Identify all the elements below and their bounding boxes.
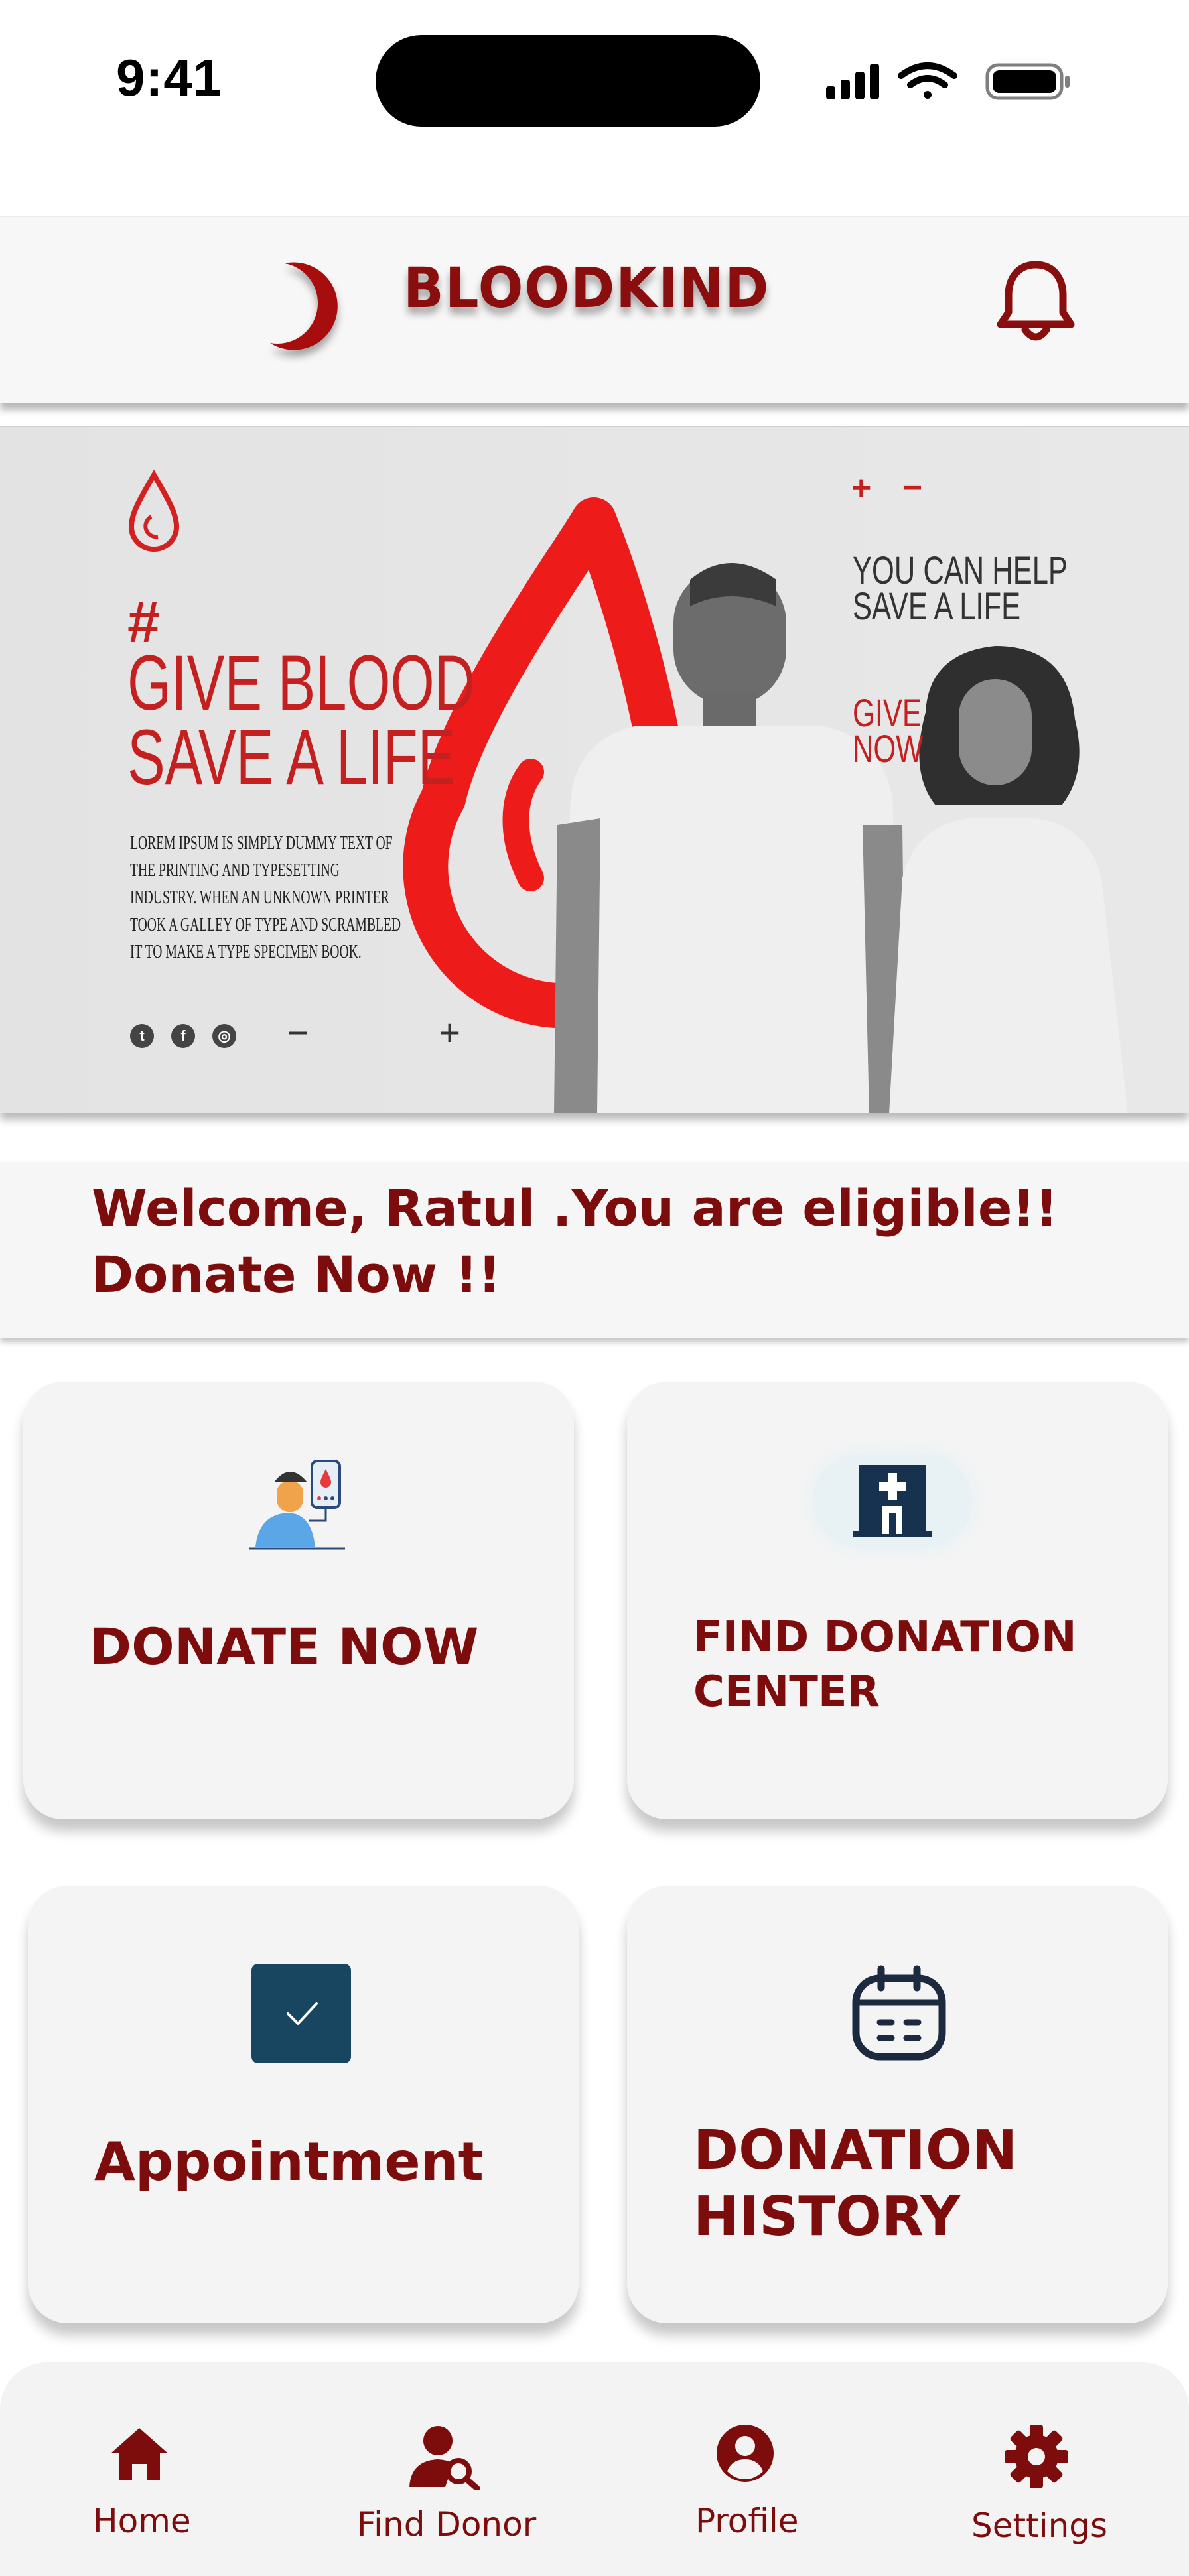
appointment-label: Appointment bbox=[94, 2131, 484, 2193]
social-links: t f ◎ bbox=[130, 1024, 236, 1048]
app-title: BLOODKIND bbox=[403, 255, 770, 320]
find-center-line2: CENTER bbox=[693, 1667, 880, 1716]
find-center-line1: FIND DONATION bbox=[693, 1613, 1077, 1662]
checkbox-icon bbox=[251, 1964, 351, 2063]
banner-controls: − + bbox=[287, 1011, 520, 1053]
banner-plus-minus: + − bbox=[851, 469, 934, 507]
nav-settings-label: Settings bbox=[971, 2506, 1108, 2545]
banner-tagline: YOU CAN HELP SAVE A LIFE bbox=[853, 549, 1068, 628]
gear-icon bbox=[1005, 2425, 1068, 2488]
profile-icon bbox=[717, 2425, 774, 2482]
wifi-icon bbox=[898, 62, 957, 99]
dynamic-island bbox=[376, 35, 760, 127]
welcome-message: Welcome, Ratul .You are eligible!! Donat… bbox=[92, 1175, 1127, 1308]
banner-give-now: GIVE NOW bbox=[853, 692, 924, 771]
donate-now-label: DONATE NOW bbox=[90, 1617, 479, 1676]
appointment-tile[interactable]: Appointment bbox=[28, 1886, 579, 2323]
donation-history-line2: HISTORY bbox=[693, 2185, 960, 2248]
home-icon bbox=[111, 2428, 168, 2480]
promo-banner[interactable]: + − # GIVE BLOOD SAVE A LIFE LOREM IPSUM… bbox=[0, 426, 1189, 1113]
calendar-icon bbox=[852, 1965, 946, 2061]
instagram-icon[interactable]: ◎ bbox=[212, 1024, 236, 1048]
nav-profile[interactable]: Profile bbox=[683, 2362, 829, 2576]
banner-body-text: LOREM IPSUM IS SIMPLY DUMMY TEXT OF THE … bbox=[130, 833, 401, 962]
battery-icon bbox=[985, 63, 1070, 100]
banner-headline: GIVE BLOOD SAVE A LIFE bbox=[127, 639, 476, 801]
nav-settings[interactable]: Settings bbox=[955, 2362, 1115, 2576]
nav-home-label: Home bbox=[93, 2502, 191, 2540]
crescent-logo-icon bbox=[270, 262, 338, 350]
signal-icon bbox=[826, 64, 879, 99]
nav-find-donor-label: Find Donor bbox=[357, 2505, 537, 2544]
find-donation-center-tile[interactable]: FIND DONATION CENTER bbox=[627, 1382, 1168, 1819]
banner-headline-line2: SAVE A LIFE bbox=[127, 714, 456, 801]
status-time: 9:41 bbox=[116, 48, 223, 107]
find-center-label: FIND DONATION CENTER bbox=[693, 1610, 1077, 1719]
nav-find-donor[interactable]: Find Donor bbox=[345, 2362, 544, 2576]
nav-home[interactable]: Home bbox=[66, 2362, 212, 2576]
app-header: BLOODKIND bbox=[0, 216, 1189, 403]
donate-now-tile[interactable]: DONATE NOW bbox=[23, 1382, 574, 1819]
status-bar: 9:41 bbox=[0, 0, 1189, 162]
welcome-card: Welcome, Ratul .You are eligible!! Donat… bbox=[0, 1162, 1189, 1338]
status-icons bbox=[826, 62, 1070, 100]
twitter-icon[interactable]: t bbox=[130, 1024, 154, 1048]
nav-profile-label: Profile bbox=[695, 2502, 799, 2540]
find-donor-icon bbox=[409, 2426, 480, 2490]
notification-bell-icon[interactable] bbox=[995, 258, 1076, 348]
facebook-icon[interactable]: f bbox=[171, 1024, 195, 1048]
donation-history-label: DONATION HISTORY bbox=[693, 2118, 1017, 2250]
welcome-line2: Donate Now !! bbox=[92, 1245, 501, 1304]
banner-headline-line1: GIVE BLOOD bbox=[127, 639, 476, 727]
hospital-icon bbox=[853, 1465, 932, 1537]
blood-donor-icon bbox=[249, 1460, 345, 1550]
donation-history-line1: DONATION bbox=[693, 2119, 1018, 2182]
bottom-navigation: Home Find Donor Profile Settings bbox=[0, 2362, 1189, 2576]
donation-history-tile[interactable]: DONATION HISTORY bbox=[627, 1886, 1168, 2323]
welcome-line1: Welcome, Ratul .You are eligible!! bbox=[92, 1179, 1058, 1238]
